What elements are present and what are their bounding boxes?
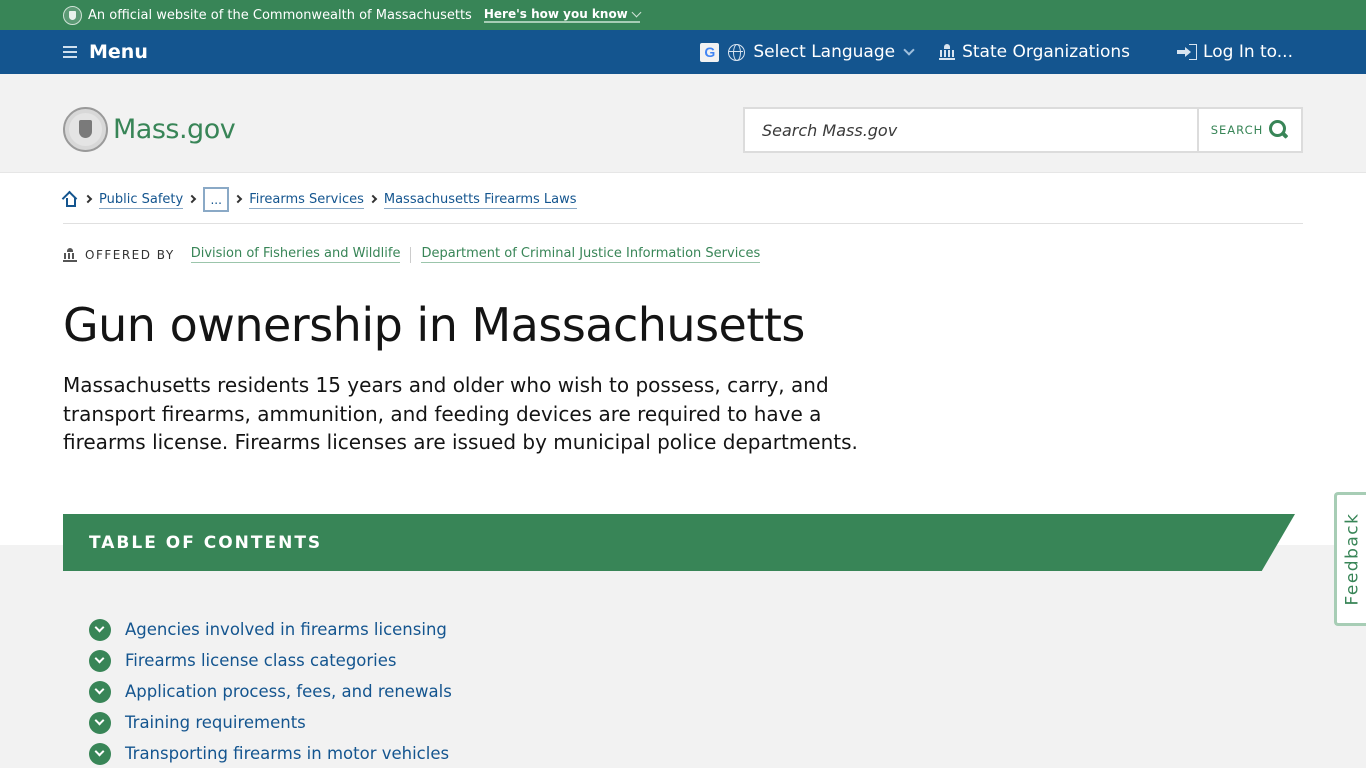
toc-link[interactable]: Transporting firearms in motor vehicles	[125, 744, 449, 763]
home-icon[interactable]	[61, 190, 79, 207]
chevron-right-icon	[233, 194, 243, 204]
chevron-down-circle-icon	[89, 742, 111, 765]
utility-nav: G Select Language State Organizations Lo…	[700, 30, 1293, 74]
toc-heading-label: TABLE OF CONTENTS	[89, 532, 323, 553]
breadcrumb-firearms-services[interactable]: Firearms Services	[249, 191, 364, 209]
how-you-know-label: Here's how you know	[483, 7, 628, 21]
building-icon	[939, 44, 956, 60]
feedback-tab[interactable]: Feedback	[1334, 492, 1366, 626]
toc-item[interactable]: Application process, fees, and renewals	[89, 676, 452, 707]
page-title: Gun ownership in Massachusetts	[63, 298, 805, 352]
toc-link[interactable]: Application process, fees, and renewals	[125, 682, 452, 701]
breadcrumb-firearms-laws[interactable]: Massachusetts Firearms Laws	[383, 191, 577, 209]
building-icon	[63, 247, 77, 262]
chevron-right-icon	[368, 194, 378, 204]
menu-label: Menu	[89, 41, 148, 63]
sign-in-icon	[1177, 44, 1198, 60]
offered-by: OFFERED BY Division of Fisheries and Wil…	[63, 246, 761, 263]
login-label: Log In to...	[1203, 42, 1293, 62]
toc-heading: TABLE OF CONTENTS	[63, 514, 1295, 571]
menu-button[interactable]: Menu	[63, 30, 148, 74]
org-link-dcjis[interactable]: Department of Criminal Justice Informati…	[421, 246, 761, 263]
login-button[interactable]: Log In to...	[1177, 42, 1293, 62]
search-form: SEARCH	[743, 107, 1303, 153]
state-organizations-label: State Organizations	[962, 42, 1131, 62]
language-label: Select Language	[753, 42, 896, 62]
state-seal-icon	[63, 107, 108, 152]
chevron-right-icon	[83, 194, 93, 204]
offered-by-label: OFFERED BY	[85, 247, 175, 262]
hamburger-icon	[63, 46, 77, 58]
chevron-down-circle-icon	[89, 680, 111, 703]
chevron-down-circle-icon	[89, 711, 111, 734]
feedback-label: Feedback	[1342, 512, 1363, 606]
toc-link[interactable]: Agencies involved in firearms licensing	[125, 620, 447, 639]
toc-item[interactable]: Training requirements	[89, 707, 452, 738]
globe-icon	[728, 43, 746, 61]
state-organizations-button[interactable]: State Organizations	[939, 42, 1130, 62]
divider	[410, 246, 412, 263]
chevron-down-icon	[903, 43, 915, 56]
toc-item[interactable]: Transporting firearms in motor vehicles	[89, 738, 452, 768]
toc-item[interactable]: Firearms license class categories	[89, 645, 452, 676]
language-select[interactable]: Select Language	[728, 42, 915, 62]
chevron-right-icon	[187, 194, 197, 204]
toc-item[interactable]: Agencies involved in firearms licensing	[89, 614, 452, 645]
official-banner: An official website of the Commonwealth …	[0, 0, 1366, 30]
breadcrumb: Public Safety ... Firearms Services Mass…	[61, 186, 1303, 224]
breadcrumb-expand-button[interactable]: ...	[203, 187, 230, 212]
search-icon	[1269, 120, 1289, 140]
seal-icon	[63, 5, 82, 25]
toc-link[interactable]: Training requirements	[125, 713, 306, 732]
main-nav: Menu G Select Language State Organizatio…	[0, 30, 1366, 74]
official-text: An official website of the Commonwealth …	[88, 7, 472, 23]
site-header: Mass.gov SEARCH	[0, 74, 1366, 173]
how-you-know-toggle[interactable]: Here's how you know	[483, 7, 642, 23]
search-button-label: SEARCH	[1210, 123, 1264, 137]
org-link-fisheries-wildlife[interactable]: Division of Fisheries and Wildlife	[190, 246, 401, 263]
breadcrumb-public-safety[interactable]: Public Safety	[99, 191, 184, 209]
search-button[interactable]: SEARCH	[1197, 109, 1301, 151]
toc-link[interactable]: Firearms license class categories	[125, 651, 397, 670]
toc-list: Agencies involved in firearms licensing …	[89, 614, 452, 768]
chevron-down-circle-icon	[89, 649, 111, 672]
page-lede: Massachusetts residents 15 years and old…	[63, 373, 858, 454]
brand-name: Mass.gov	[113, 114, 236, 145]
chevron-down-icon	[631, 7, 642, 17]
home-logo-link[interactable]: Mass.gov	[63, 107, 236, 152]
chevron-down-circle-icon	[89, 618, 111, 641]
google-translate-icon: G	[700, 42, 720, 62]
search-input[interactable]	[745, 109, 1197, 151]
